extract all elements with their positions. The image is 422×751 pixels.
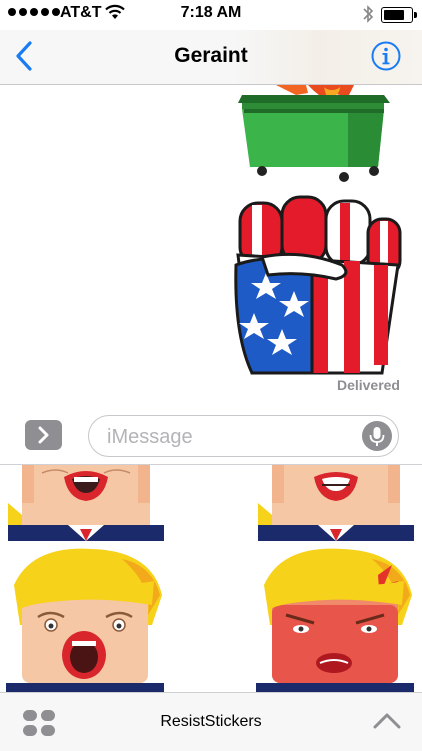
sticker-item[interactable]: [2, 545, 168, 693]
sticker-item[interactable]: [256, 464, 416, 541]
chevron-up-icon[interactable]: [372, 711, 402, 731]
sticker-item[interactable]: [6, 464, 166, 541]
sticker-drawer: [0, 464, 422, 693]
app-name: ResistStickers: [160, 713, 262, 730]
dumpster-fire-sticker[interactable]: [236, 85, 396, 183]
info-icon[interactable]: [371, 41, 401, 71]
conversation-title[interactable]: Geraint: [0, 44, 422, 68]
sticker-item[interactable]: [252, 545, 418, 693]
status-bar: AT&T 7:18 AM: [0, 0, 422, 30]
message-field[interactable]: [88, 415, 399, 457]
delivery-status: Delivered: [336, 377, 400, 393]
chevron-right-icon: [38, 426, 49, 444]
microphone-icon: [369, 427, 385, 446]
flag-fist-sticker[interactable]: [232, 195, 404, 375]
expand-apps-button[interactable]: [25, 420, 62, 450]
bluetooth-icon: [363, 5, 374, 23]
app-bar: ResistStickers: [0, 692, 422, 751]
battery-icon: [381, 7, 417, 23]
message-input[interactable]: [105, 424, 349, 450]
dictation-button[interactable]: [362, 421, 392, 451]
navigation-bar: Geraint: [0, 30, 422, 85]
status-time: 7:18 AM: [180, 4, 242, 21]
